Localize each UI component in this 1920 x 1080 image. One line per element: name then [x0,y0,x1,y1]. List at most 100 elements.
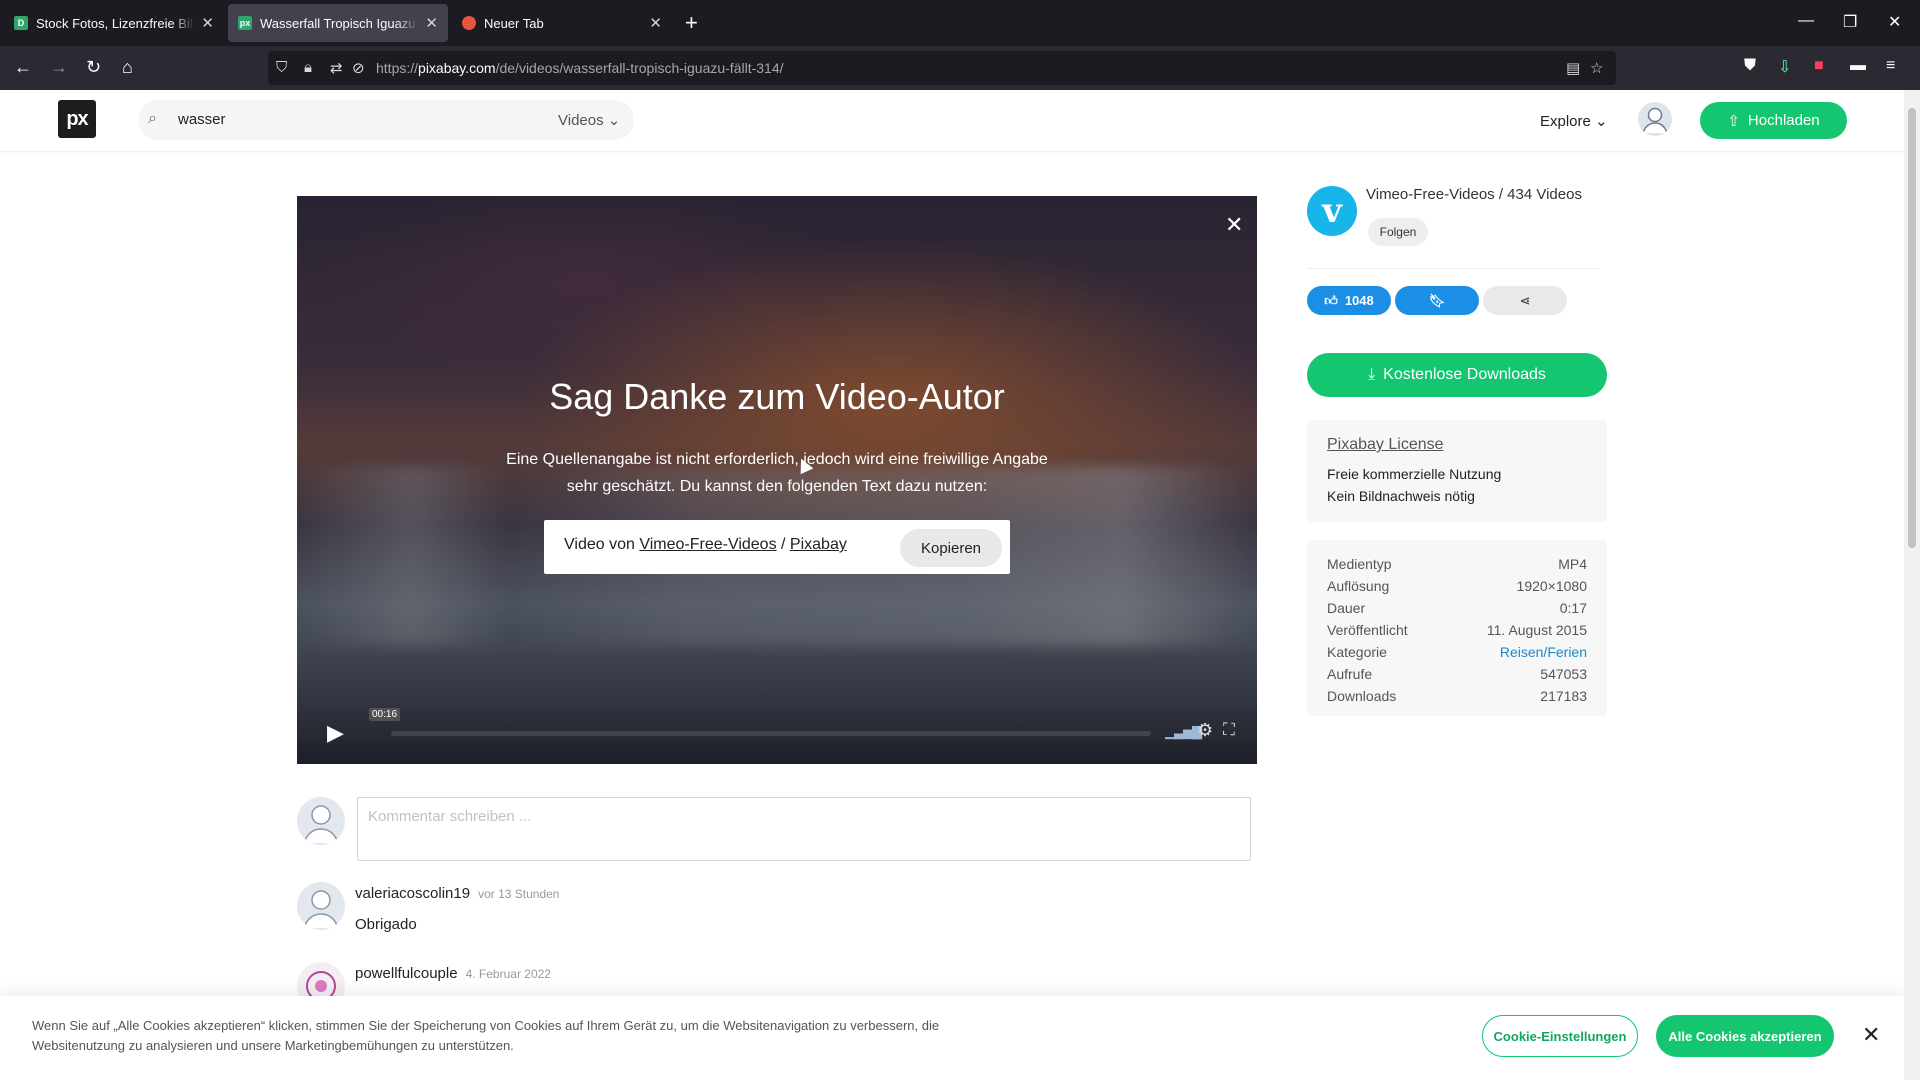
progress-track[interactable] [391,731,1151,736]
comment-input[interactable]: Kommentar schreiben ... [357,797,1251,861]
accept-cookies-button[interactable]: Alle Cookies akzeptieren [1656,1015,1834,1057]
new-tab-icon[interactable]: + [685,10,698,36]
avatar [297,797,345,845]
close-icon[interactable]: ✕ [1862,1022,1880,1048]
bookmark-icon: 🔖︎ [1428,292,1446,308]
chevron-down-icon: ⌄ [1595,113,1608,130]
time-indicator: 00:16 [369,708,401,721]
gear-icon[interactable]: ⚙ [1197,720,1213,741]
play-icon[interactable]: ▶ [327,720,344,746]
shield-icon[interactable]: ⛉ [276,59,287,76]
info-value: 0:17 [1559,600,1587,616]
avatar[interactable] [297,882,345,930]
restore-icon[interactable]: ❐ [1843,12,1857,32]
browser-tab-active[interactable]: px Wasserfall Tropisch Iguazu Fällt ✕ [228,4,448,42]
comment-user[interactable]: powellfulcouple 4. Februar 2022 [355,965,551,982]
search-bar[interactable]: ⌕ wasser Videos ⌄ [138,100,634,140]
info-row: Downloads 217183 [1327,688,1587,710]
license-box: Pixabay License Freie kommerzielle Nutzu… [1307,420,1607,522]
info-label: Auflösung [1327,578,1390,594]
like-button[interactable]: 👍︎ 1048 [1307,286,1391,315]
cookie-settings-button[interactable]: Cookie-Einstellungen [1482,1015,1638,1057]
extension-2-icon[interactable]: ▬ [1850,57,1866,75]
download-button[interactable]: ⤓ Kostenlose Downloads [1307,353,1607,397]
category-link[interactable]: Reisen/Ferien [1500,644,1587,660]
share-button[interactable]: ⋖ [1483,286,1567,315]
attribution-prefix: Video von [564,536,640,553]
copy-button[interactable]: Kopieren [900,529,1002,567]
user-avatar[interactable] [1638,102,1672,136]
extension-icon[interactable]: ■ [1814,57,1824,75]
follow-button[interactable]: Folgen [1368,218,1428,246]
cookie-banner: Wenn Sie auf „Alle Cookies akzeptieren“ … [0,996,1904,1080]
comment-placeholder: Kommentar schreiben ... [368,808,532,825]
vimeo-logo[interactable]: v [1307,186,1357,236]
pixabay-logo[interactable]: px [58,100,96,138]
comment-time: vor 13 Stunden [478,887,560,901]
info-row: Aufrufe 547053 [1327,666,1587,688]
overlay-heading: Sag Danke zum Video-Autor [549,376,1005,417]
lock-icon[interactable]: 🔒︎ [304,59,312,76]
permissions-icon[interactable]: ⇄ [330,59,343,77]
close-icon[interactable]: ✕ [201,14,214,32]
search-input[interactable]: wasser [178,111,226,128]
pixabay-link[interactable]: Pixabay [790,536,847,553]
tab-title: Wasserfall Tropisch Iguazu Fällt [259,15,419,31]
overlay-close-icon[interactable]: ✕ [1225,212,1243,238]
info-label: Veröffentlicht [1327,622,1408,638]
download-label: Kostenlose Downloads [1383,366,1546,383]
volume-icon[interactable]: ▁▃▅▇ [1165,724,1202,740]
downloads-icon[interactable]: ⇩ [1778,57,1791,77]
browser-tab[interactable]: Neuer Tab ✕ [452,4,672,42]
url-text[interactable]: https://pixabay.com/de/videos/wasserfall… [376,60,784,76]
divider [1307,268,1600,269]
author-name[interactable]: Vimeo-Free-Videos / 434 Videos [1366,186,1582,203]
info-value: MP4 [1558,556,1587,572]
video-player[interactable]: ✕ Sag Danke zum Video-Autor Eine Quellen… [297,196,1257,764]
forward-icon[interactable]: → [50,57,68,78]
info-label: Aufrufe [1327,666,1373,682]
bookmark-button[interactable]: 🔖︎ [1395,286,1479,315]
close-icon[interactable]: ✕ [425,14,438,32]
reload-icon[interactable]: ↻ [86,57,101,78]
explore-menu[interactable]: Explore ⌄ [1540,112,1608,130]
pocket-icon[interactable]: ⛊ [1744,57,1756,75]
back-icon[interactable]: ← [14,57,32,78]
author-link[interactable]: Vimeo-Free-Videos [639,536,776,553]
bookmark-star-icon[interactable]: ☆ [1590,59,1603,77]
info-row: Dauer 0:17 [1327,600,1587,622]
comment-username[interactable]: valeriacoscolin19 [355,885,470,902]
page-scrollbar[interactable] [1904,90,1920,1080]
license-line: Kein Bildnachweis nötig [1327,488,1475,504]
info-label: Kategorie [1327,644,1387,660]
window-close-icon[interactable]: ✕ [1888,12,1901,32]
browser-nav-bar: ← → ↻ ⌂ ⛉ 🔒︎ ⇄ ⊘ https://pixabay.com/de/… [0,46,1920,90]
browser-tab[interactable]: D Stock Fotos, Lizenzfreie Bilder & ✕ [4,4,224,42]
browser-tab-bar: D Stock Fotos, Lizenzfreie Bilder & ✕ px… [0,0,1920,46]
user-icon [303,805,339,844]
info-row: Kategorie Reisen/Ferien [1327,644,1587,666]
search-type-dropdown[interactable]: Videos ⌄ [558,111,620,129]
fullscreen-icon[interactable]: ⛶ [1223,720,1235,740]
license-link[interactable]: Pixabay License [1327,436,1444,454]
tracking-icon[interactable]: ⊘ [352,59,365,77]
user-icon [303,890,339,929]
scrollbar-thumb[interactable] [1908,108,1916,548]
info-row: Medientyp MP4 [1327,556,1587,578]
address-bar[interactable]: ⛉ 🔒︎ ⇄ ⊘ https://pixabay.com/de/videos/w… [268,51,1616,85]
info-value: 547053 [1540,666,1587,682]
comment-user[interactable]: valeriacoscolin19 vor 13 Stunden [355,885,559,902]
menu-icon[interactable]: ≡ [1886,57,1895,75]
info-label: Medientyp [1327,556,1392,572]
chevron-down-icon: ⌄ [607,112,621,129]
home-icon[interactable]: ⌂ [122,57,133,78]
info-value: 11. August 2015 [1486,622,1587,638]
info-row: Auflösung 1920×1080 [1327,578,1587,600]
minimize-icon[interactable]: — [1798,12,1814,30]
close-icon[interactable]: ✕ [649,14,662,32]
info-label: Dauer [1327,600,1366,616]
reader-view-icon[interactable]: ▤ [1566,59,1580,77]
upload-button[interactable]: ⇧ Hochladen [1700,102,1847,139]
comment-username[interactable]: powellfulcouple [355,965,458,982]
overlay-description: Eine Quellenangabe ist nicht erforderlic… [506,451,1048,495]
